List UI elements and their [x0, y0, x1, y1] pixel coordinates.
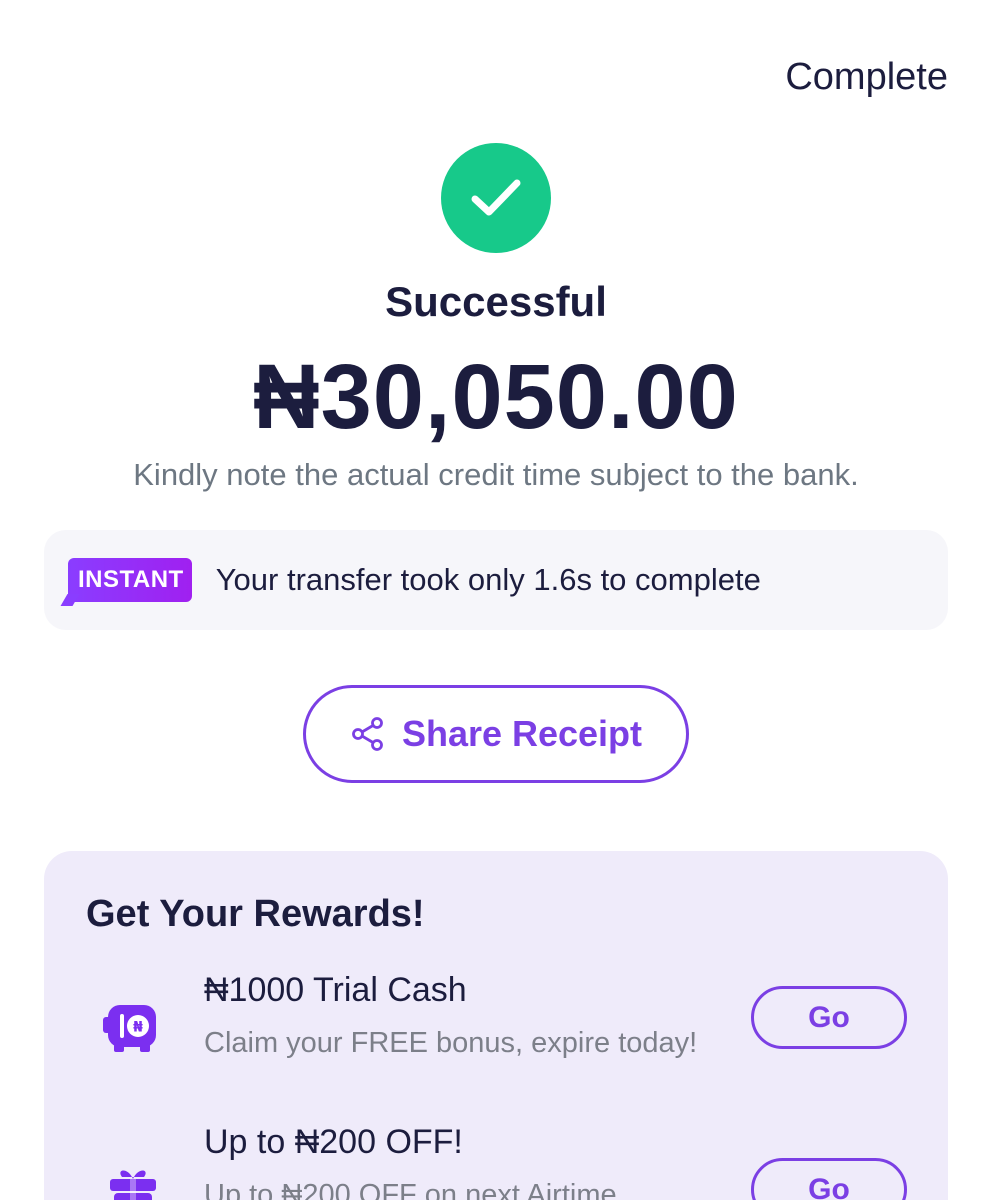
- go-button-airtime[interactable]: Go: [751, 1158, 907, 1200]
- instant-badge: INSTANT: [68, 558, 192, 602]
- transfer-amount: ₦30,050.00: [253, 346, 739, 448]
- go-button-trial-cash[interactable]: Go: [751, 986, 907, 1049]
- reward-item-trial-cash: ₦ ₦1000 Trial Cash Claim your FREE bonus…: [44, 971, 948, 1091]
- reward-title: ₦1000 Trial Cash: [204, 971, 467, 1009]
- rewards-title: Get Your Rewards!: [86, 893, 425, 935]
- svg-text:₦: ₦: [133, 1020, 143, 1036]
- success-check-badge: [441, 143, 551, 253]
- instant-message: Your transfer took only 1.6s to complete: [215, 562, 761, 597]
- reward-item-airtime-discount: Up to ₦200 OFF! Up to ₦200 OFF on next A…: [44, 1123, 948, 1200]
- instant-transfer-banner: INSTANT Your transfer took only 1.6s to …: [44, 530, 948, 630]
- piggy-bank-icon: ₦: [103, 1005, 156, 1052]
- share-icon: [352, 717, 383, 751]
- reward-description: Claim your FREE bonus, expire today!: [204, 1027, 698, 1059]
- reward-description: Up to ₦200 OFF on next Airtime: [204, 1179, 617, 1200]
- status-title: Successful: [385, 278, 607, 325]
- gift-icon: [110, 1170, 156, 1200]
- complete-button[interactable]: Complete: [785, 56, 948, 99]
- checkmark-icon: [471, 179, 521, 216]
- rewards-card: Get Your Rewards! ₦ ₦1000 Trial Cash Cla…: [44, 851, 948, 1200]
- credit-time-note: Kindly note the actual credit time subje…: [133, 457, 859, 492]
- reward-title: Up to ₦200 OFF!: [204, 1123, 463, 1161]
- share-receipt-label: Share Receipt: [401, 713, 643, 754]
- share-receipt-button[interactable]: Share Receipt: [303, 685, 689, 783]
- transfer-success-screen: Complete Successful ₦30,050.00 Kindly no…: [0, 0, 992, 1200]
